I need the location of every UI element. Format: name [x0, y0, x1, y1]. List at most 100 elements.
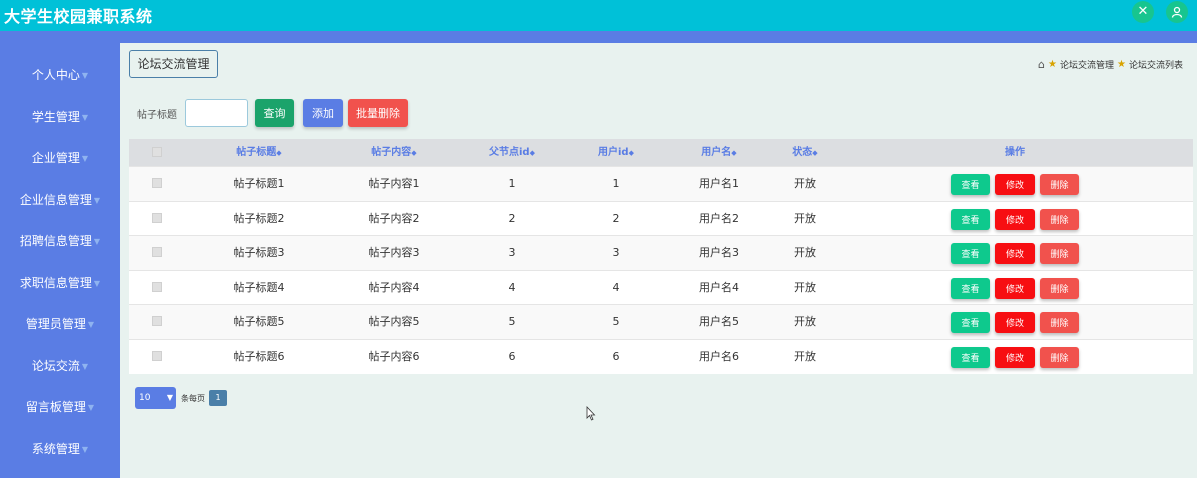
header-label: 父节点id	[489, 147, 530, 158]
chevron-down-icon: ▼	[166, 393, 173, 402]
cell-username: 用户名2	[699, 211, 739, 225]
cell-userid: 2	[612, 211, 620, 225]
sidebar-item-label: 招聘信息管理	[19, 234, 92, 248]
cell-userid: 3	[612, 246, 620, 260]
delete-button[interactable]: 删除	[1040, 174, 1079, 195]
cell-username: 用户名1	[699, 177, 739, 190]
header-userid[interactable]: 用户id◆	[566, 139, 666, 166]
delete-button[interactable]: 删除	[1040, 277, 1079, 299]
sidebar-item-job-seeking[interactable]: 求职信息管理 ▼	[0, 268, 120, 298]
cell-content: 帖子内容4	[368, 280, 420, 294]
view-button[interactable]: 查看	[951, 347, 990, 368]
mouse-cursor-icon	[586, 406, 596, 421]
edit-button[interactable]: 修改	[995, 243, 1035, 265]
row-checkbox[interactable]	[152, 178, 162, 188]
sidebar-item-label: 留言板管理	[25, 400, 86, 414]
edit-button[interactable]: 修改	[995, 208, 1035, 230]
header-content[interactable]: 帖子内容◆	[344, 139, 444, 166]
cell-userid: 1	[612, 177, 620, 190]
header-parentid[interactable]: 父节点id◆	[462, 139, 562, 166]
cell-parentid: 4	[508, 280, 516, 294]
sidebar-item-forum[interactable]: 论坛交流 ▼	[0, 351, 120, 381]
cell-parentid: 5	[508, 315, 516, 329]
row-checkbox[interactable]	[152, 316, 162, 327]
cell-userid: 6	[612, 350, 620, 363]
add-button[interactable]: 添加	[303, 99, 343, 127]
breadcrumb-item: 论坛交流列表	[1128, 61, 1183, 71]
edit-button[interactable]: 修改	[995, 347, 1035, 368]
chevron-down-icon: ▼	[93, 237, 101, 246]
sidebar-item-label: 企业信息管理	[19, 193, 92, 207]
view-button[interactable]: 查看	[951, 312, 990, 334]
page-title: 论坛交流管理	[129, 50, 218, 78]
view-button[interactable]: 查看	[951, 243, 990, 265]
view-button[interactable]: 查看	[951, 174, 990, 195]
chevron-down-icon: ▼	[87, 403, 95, 412]
header-label: 帖子内容	[371, 147, 412, 158]
sidebar: 个人中心 ▼ 学生管理 ▼ 企业管理 ▼ 企业信息管理 ▼ 招聘信息管理 ▼ 求职信息管理…	[0, 43, 120, 478]
table-row: 帖子标题2 帖子内容2 2 2 用户名2 开放 查看 修改 删除	[129, 200, 1193, 236]
table-header: 帖子标题◆ 帖子内容◆ 父节点id◆ 用户id◆ 用户名◆ 状态◆ 操作	[129, 139, 1193, 166]
delete-button[interactable]: 删除	[1040, 347, 1079, 368]
cell-username: 用户名5	[699, 315, 739, 329]
delete-button[interactable]: 删除	[1040, 312, 1079, 334]
cell-parentid: 6	[508, 350, 516, 363]
batch-delete-button[interactable]: 批量删除	[348, 99, 408, 127]
cell-title: 帖子标题3	[233, 246, 285, 260]
header-label: 帖子标题	[236, 147, 277, 158]
chevron-down-icon: ▼	[93, 196, 101, 205]
edit-button[interactable]: 修改	[995, 312, 1035, 334]
star-icon: ★	[1048, 59, 1057, 70]
search-input[interactable]	[185, 99, 248, 127]
search-button[interactable]: 查询	[255, 99, 294, 127]
shuffle-icon[interactable]: ✕	[1132, 1, 1154, 23]
sidebar-item-label: 企业管理	[31, 151, 80, 165]
row-checkbox[interactable]	[152, 351, 162, 361]
sidebar-item-recruitment[interactable]: 招聘信息管理 ▼	[0, 226, 120, 256]
header-username[interactable]: 用户名◆	[669, 139, 769, 166]
delete-button[interactable]: 删除	[1040, 208, 1079, 230]
sidebar-item-messages[interactable]: 留言板管理 ▼	[0, 392, 120, 422]
edit-button[interactable]: 修改	[995, 174, 1035, 195]
header-actions: 操作	[1005, 147, 1025, 158]
breadcrumb-item[interactable]: 论坛交流管理	[1060, 58, 1114, 71]
page-number-button[interactable]: 1	[209, 390, 227, 406]
header-label: 用户名	[701, 147, 732, 158]
view-button[interactable]: 查看	[951, 208, 990, 230]
row-checkbox[interactable]	[152, 281, 162, 292]
table-row: 帖子标题6 帖子内容6 6 6 用户名6 开放 查看 修改 删除	[129, 339, 1193, 374]
table-row: 帖子标题3 帖子内容3 3 3 用户名3 开放 查看 修改 删除	[129, 235, 1193, 271]
row-checkbox[interactable]	[152, 212, 162, 223]
search-label: 帖子标题	[137, 110, 177, 121]
row-checkbox[interactable]	[152, 247, 162, 258]
chevron-down-icon: ▼	[87, 320, 95, 329]
sidebar-item-students[interactable]: 学生管理 ▼	[0, 102, 120, 132]
header-status[interactable]: 状态◆	[755, 139, 855, 166]
cell-title: 帖子标题6	[233, 350, 285, 363]
page-size-select[interactable]: 10 ▼	[135, 387, 176, 409]
sidebar-item-label: 管理员管理	[25, 317, 86, 331]
header-title[interactable]: 帖子标题◆	[209, 139, 309, 166]
cell-userid: 5	[612, 315, 620, 329]
home-icon[interactable]: ⌂	[1038, 58, 1045, 71]
chevron-down-icon: ▼	[81, 362, 89, 371]
delete-button[interactable]: 删除	[1040, 243, 1079, 265]
sidebar-item-label: 论坛交流	[31, 359, 80, 373]
cell-status: 开放	[794, 280, 816, 294]
select-all-checkbox[interactable]	[152, 147, 162, 157]
user-icon[interactable]	[1166, 1, 1188, 23]
cell-status: 开放	[794, 350, 816, 363]
view-button[interactable]: 查看	[951, 277, 990, 299]
sidebar-item-personal[interactable]: 个人中心 ▼	[0, 60, 120, 90]
table-row: 帖子标题1 帖子内容1 1 1 用户名1 开放 查看 修改 删除	[129, 166, 1193, 201]
cell-title: 帖子标题5	[233, 315, 285, 329]
sidebar-item-label: 求职信息管理	[19, 276, 92, 290]
cell-username: 用户名6	[699, 350, 739, 363]
sidebar-item-company-info[interactable]: 企业信息管理 ▼	[0, 185, 120, 215]
top-bar: 大学生校园兼职系统 ✕	[0, 0, 1197, 31]
sidebar-item-admins[interactable]: 管理员管理 ▼	[0, 309, 120, 339]
sidebar-item-system[interactable]: 系统管理 ▼	[0, 434, 120, 464]
cell-content: 帖子内容3	[368, 246, 420, 260]
sidebar-item-companies[interactable]: 企业管理 ▼	[0, 143, 120, 173]
edit-button[interactable]: 修改	[995, 277, 1035, 299]
